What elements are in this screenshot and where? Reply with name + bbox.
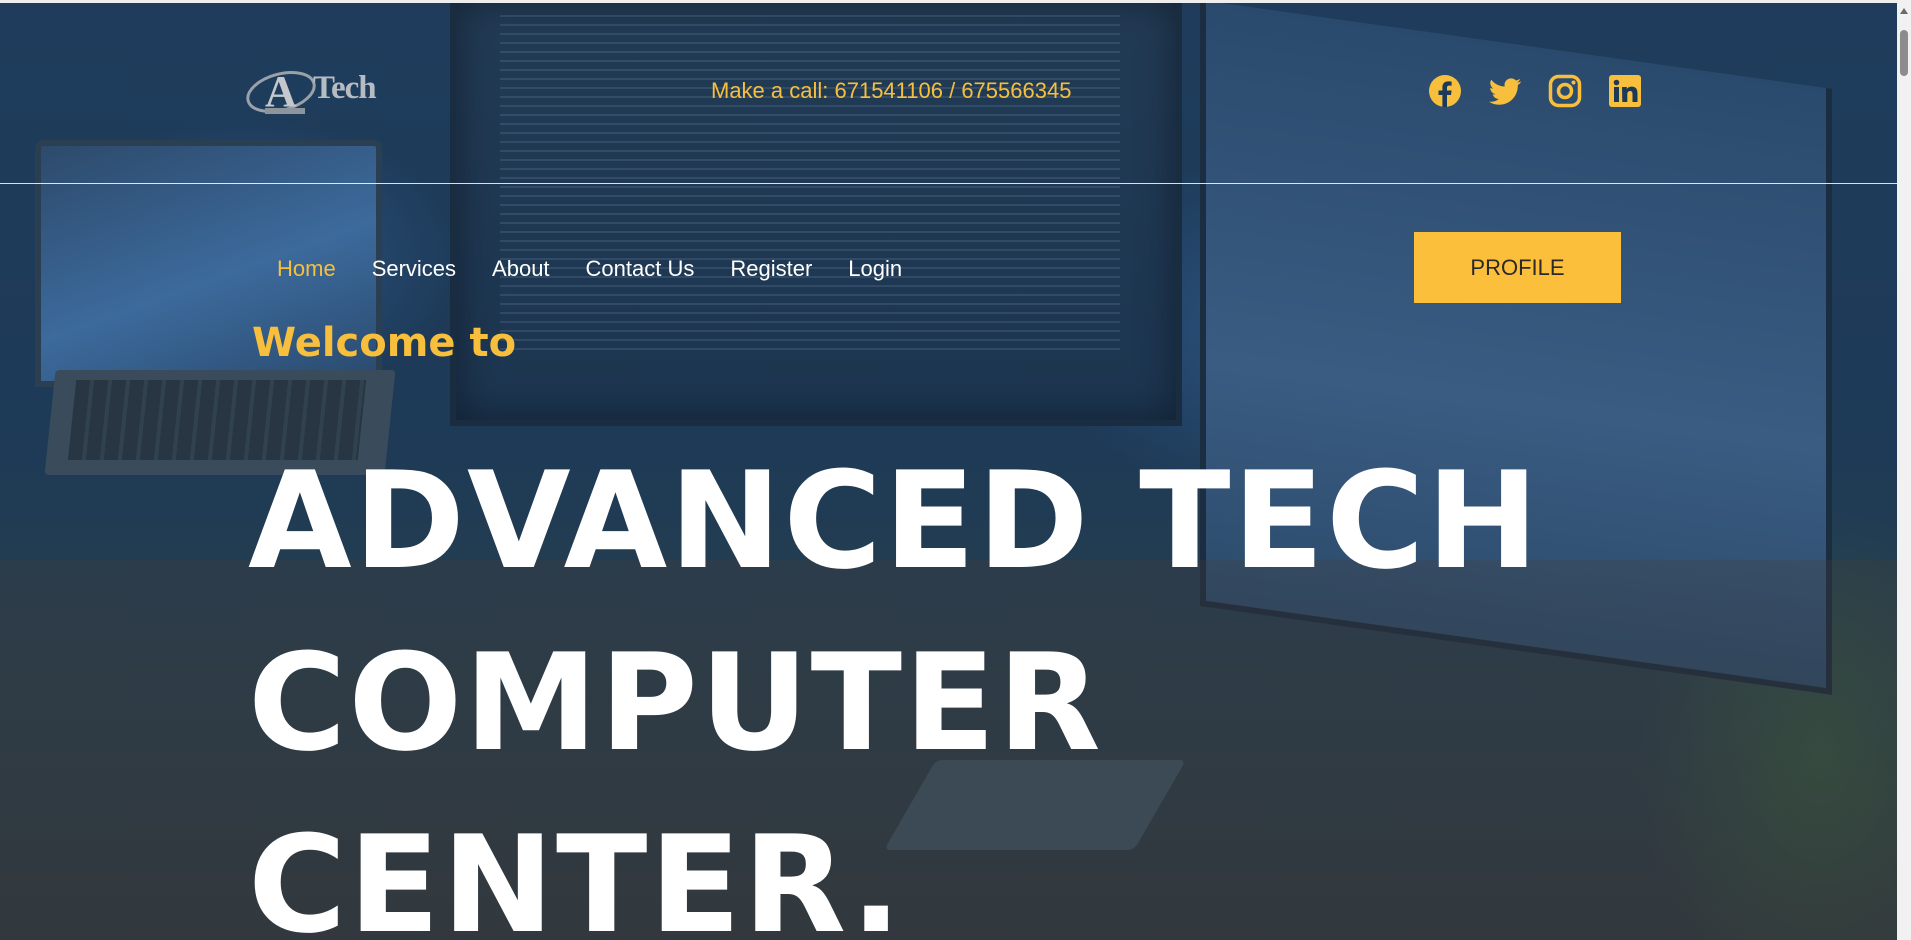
- nav-item-about[interactable]: About: [492, 256, 550, 282]
- instagram-icon[interactable]: [1548, 74, 1582, 108]
- profile-button[interactable]: PROFILE: [1414, 232, 1621, 303]
- welcome-heading: Welcome to: [252, 320, 517, 366]
- linkedin-icon[interactable]: [1608, 74, 1642, 108]
- header-divider: [0, 183, 1897, 184]
- nav-item-register[interactable]: Register: [730, 256, 812, 282]
- nav-item-home[interactable]: Home: [277, 256, 336, 282]
- twitter-icon[interactable]: [1488, 74, 1522, 108]
- social-links: [1428, 74, 1642, 108]
- main-nav: Home Services About Contact Us Register …: [277, 256, 938, 282]
- phone-contact: Make a call: 671541106 / 675566345: [711, 78, 1072, 103]
- logo[interactable]: A Tech: [245, 60, 390, 124]
- hero-title-line-1: ADVANCED TECH: [248, 443, 1541, 599]
- facebook-icon[interactable]: [1428, 74, 1462, 108]
- scrollbar-thumb[interactable]: [1900, 30, 1908, 76]
- nav-item-login[interactable]: Login: [848, 256, 902, 282]
- hero-title: ADVANCED TECH COMPUTER CENTER.: [248, 430, 1541, 940]
- hero-title-line-2: COMPUTER: [248, 625, 1103, 781]
- top-bar: A Tech Make a call: 671541106 / 67556634…: [0, 0, 1911, 183]
- nav-item-contact-us[interactable]: Contact Us: [586, 256, 695, 282]
- hero-title-line-3: CENTER.: [248, 807, 904, 940]
- page: A Tech Make a call: 671541106 / 67556634…: [0, 0, 1911, 940]
- scroll-up-arrow-icon[interactable]: [1900, 8, 1908, 14]
- nav-item-services[interactable]: Services: [372, 256, 456, 282]
- vertical-scrollbar[interactable]: [1897, 0, 1911, 940]
- logo-text: Tech: [313, 70, 377, 106]
